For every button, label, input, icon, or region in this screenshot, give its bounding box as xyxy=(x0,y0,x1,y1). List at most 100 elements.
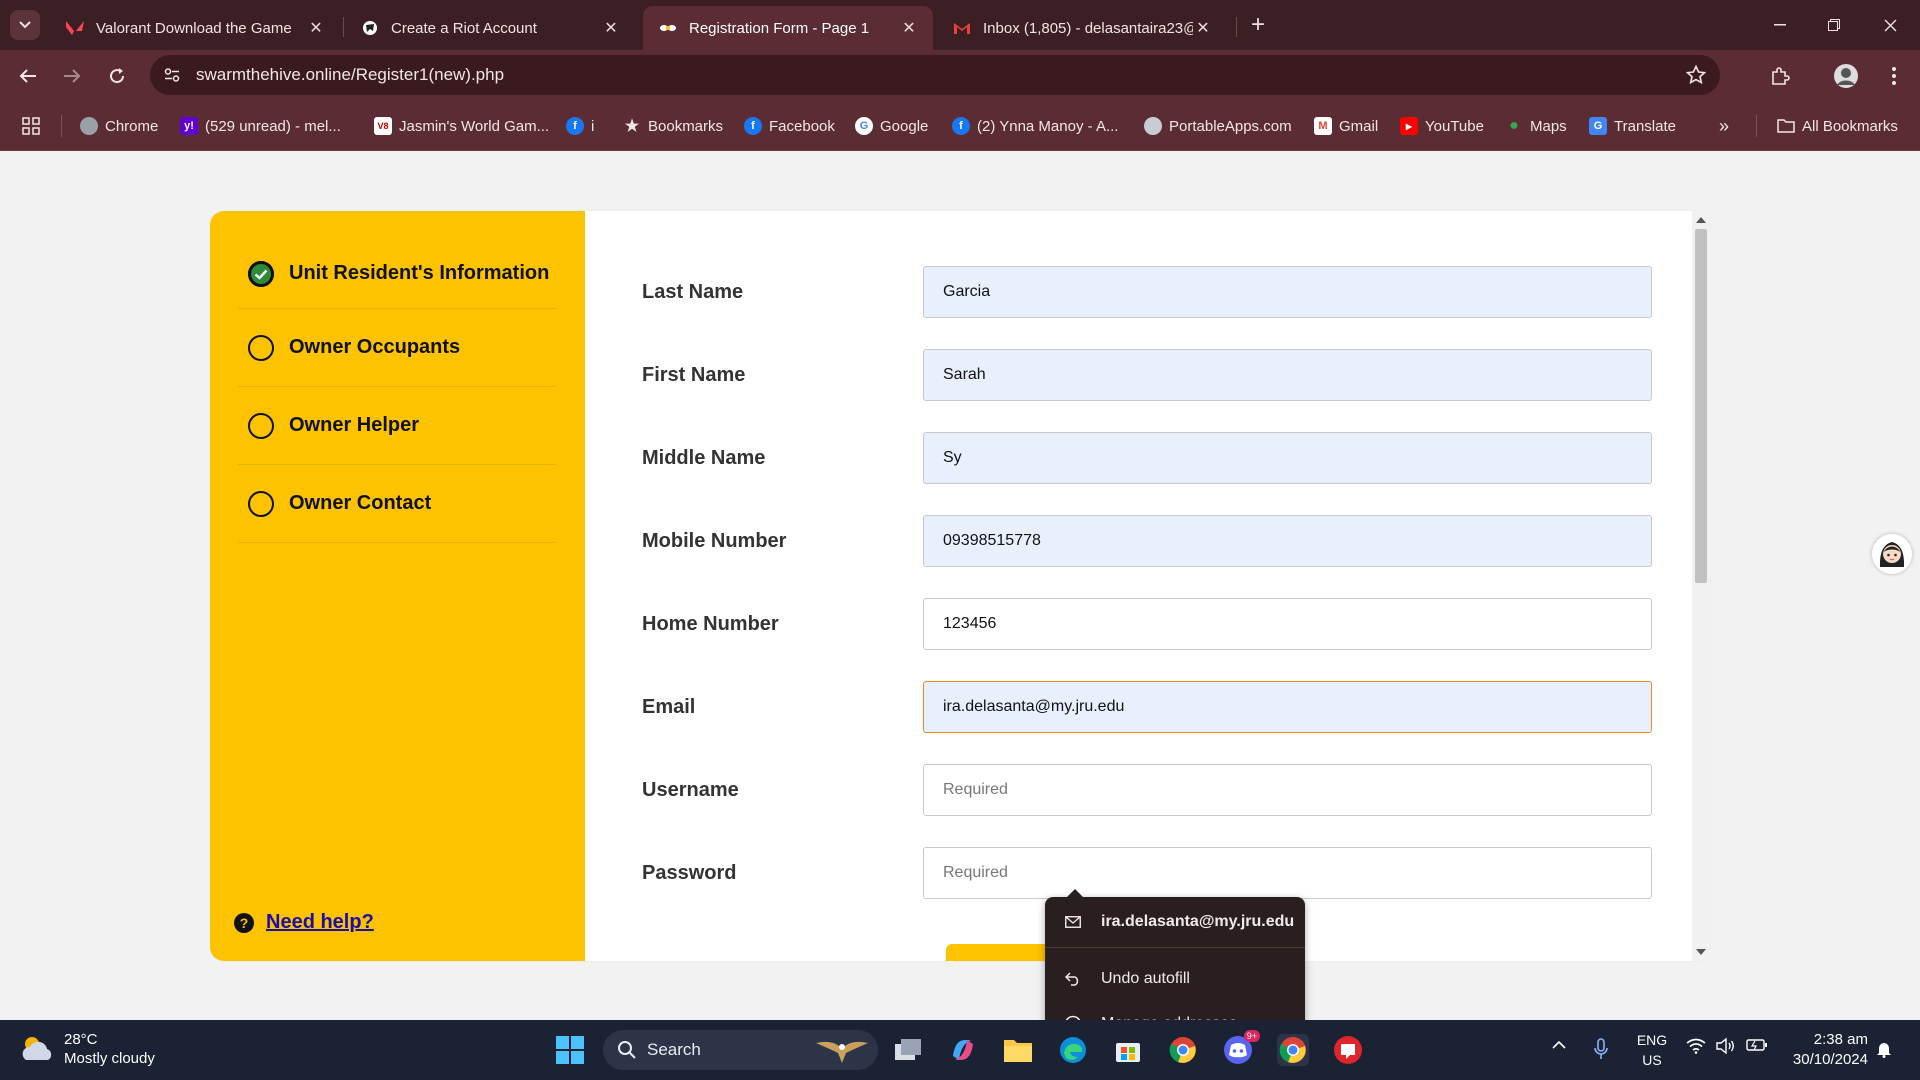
bookmark-facebook-i[interactable]: fi xyxy=(566,115,594,137)
back-button[interactable] xyxy=(14,62,42,90)
scroll-thumb[interactable] xyxy=(1695,229,1707,583)
form-scrollbar[interactable] xyxy=(1692,211,1710,961)
extensions-button[interactable] xyxy=(1766,62,1794,90)
chrome-taskbar-button[interactable] xyxy=(1167,1034,1199,1066)
folder-icon xyxy=(1777,117,1795,135)
language-indicator[interactable]: ENG US xyxy=(1636,1030,1668,1070)
windows-taskbar: 28°C Mostly cloudy Search 9+ ENG US 2:38… xyxy=(0,1020,1920,1080)
weather-condition: Mostly cloudy xyxy=(64,1050,155,1067)
close-icon[interactable]: ✕ xyxy=(899,18,919,38)
tab-gmail[interactable]: Inbox (1,805) - delasantaira23@ ✕ xyxy=(937,6,1227,50)
address-bar[interactable]: swarmthehive.online/Register1(new).php xyxy=(150,55,1720,95)
step-unit-resident-info[interactable]: Unit Resident's Information xyxy=(238,239,556,309)
step-owner-helper[interactable]: Owner Helper xyxy=(238,387,556,465)
bookmark-facebook[interactable]: f Facebook xyxy=(744,115,835,137)
restore-button[interactable] xyxy=(1806,0,1862,50)
copilot-icon xyxy=(953,1040,973,1060)
edge-button[interactable] xyxy=(1057,1034,1089,1066)
bookmark-translate[interactable]: G Translate xyxy=(1589,115,1676,137)
bookmark-ynna-manoy[interactable]: f (2) Ynna Manoy - A... xyxy=(952,115,1118,137)
need-help-link[interactable]: Need help? xyxy=(266,911,374,934)
step-owner-contact[interactable]: Owner Contact xyxy=(238,465,556,543)
bookmark-maps[interactable]: ● Maps xyxy=(1505,115,1567,137)
bookmark-folder-bookmarks[interactable]: ★ Bookmarks xyxy=(623,115,723,137)
all-bookmarks-button[interactable]: All Bookmarks xyxy=(1777,115,1898,137)
microphone-button[interactable] xyxy=(1594,1038,1608,1060)
scroll-down-icon[interactable] xyxy=(1696,949,1706,955)
copilot-button[interactable] xyxy=(947,1034,979,1066)
close-icon[interactable]: ✕ xyxy=(306,18,326,38)
bookmark-youtube[interactable]: ▶ YouTube xyxy=(1400,115,1484,137)
tab-strip: Valorant Download the Game ✕ Create a Ri… xyxy=(0,0,1920,50)
notification-badge: 9+ xyxy=(1243,1030,1260,1042)
autofill-suggestion[interactable]: ira.delasanta@my.jru.edu xyxy=(1063,912,1294,932)
bookmark-chrome[interactable]: Chrome xyxy=(80,115,158,137)
apps-button[interactable] xyxy=(22,115,40,137)
close-window-button[interactable] xyxy=(1862,0,1918,50)
task-view-icon xyxy=(895,1039,921,1060)
form-row-username: Username xyxy=(585,764,1685,818)
weather-widget[interactable]: 28°C Mostly cloudy xyxy=(20,1030,155,1068)
profile-avatar[interactable] xyxy=(1832,62,1860,90)
floating-assistant-avatar[interactable] xyxy=(1872,534,1912,574)
wifi-button[interactable] xyxy=(1686,1038,1706,1054)
minimize-button[interactable] xyxy=(1752,0,1808,50)
bookmark-jasmins-world[interactable]: V8 Jasmin's World Gam... xyxy=(374,115,549,137)
undo-autofill-item[interactable]: Undo autofill xyxy=(1063,969,1190,989)
notifications-button[interactable] xyxy=(1876,1040,1892,1058)
reload-button[interactable] xyxy=(103,62,131,90)
mobile-number-input[interactable] xyxy=(923,515,1652,567)
tab-search-button[interactable] xyxy=(10,10,40,40)
middle-name-input[interactable] xyxy=(923,432,1652,484)
home-number-input[interactable] xyxy=(923,598,1652,650)
bookmark-gmail[interactable]: M Gmail xyxy=(1314,115,1378,137)
bookmark-yahoo[interactable]: y! (529 unread) - mel... xyxy=(180,115,341,137)
tab-riot[interactable]: Create a Riot Account ✕ xyxy=(345,6,635,50)
close-icon[interactable]: ✕ xyxy=(601,18,621,38)
more-bookmarks-button[interactable]: » xyxy=(1719,115,1729,137)
system-clock[interactable]: 2:38 am 30/10/2024 xyxy=(1788,1030,1868,1070)
bookmark-google[interactable]: G Google xyxy=(855,115,928,137)
search-icon xyxy=(618,1041,636,1059)
microsoft-store-button[interactable] xyxy=(1112,1034,1144,1066)
tab-registration-form[interactable]: Registration Form - Page 1 ✕ xyxy=(643,6,933,50)
password-input[interactable] xyxy=(923,847,1652,899)
new-tab-button[interactable]: + xyxy=(1244,11,1272,39)
menu-button[interactable] xyxy=(1880,62,1908,90)
valorant-icon xyxy=(66,19,84,37)
microphone-icon xyxy=(1594,1038,1608,1059)
form-row-mobile-number: Mobile Number xyxy=(585,515,1685,569)
field-label: Home Number xyxy=(642,613,779,635)
battery-button[interactable] xyxy=(1746,1038,1768,1052)
last-name-input[interactable] xyxy=(923,266,1652,318)
close-icon[interactable]: ✕ xyxy=(1193,18,1213,38)
tab-divider xyxy=(343,17,344,37)
discord-button[interactable]: 9+ xyxy=(1222,1030,1260,1066)
puzzle-icon xyxy=(1772,67,1790,85)
first-name-input[interactable] xyxy=(923,349,1652,401)
show-hidden-icons-button[interactable] xyxy=(1552,1040,1566,1050)
username-input[interactable] xyxy=(923,764,1652,816)
app-red-taskbar-button[interactable] xyxy=(1332,1034,1364,1066)
tab-title: Valorant Download the Game xyxy=(96,19,292,37)
email-input[interactable] xyxy=(923,681,1652,733)
forward-button[interactable] xyxy=(58,62,86,90)
facebook-icon: f xyxy=(744,117,762,135)
chrome-profile-taskbar-button[interactable] xyxy=(1277,1034,1309,1066)
tab-valorant[interactable]: Valorant Download the Game ✕ xyxy=(50,6,340,50)
taskbar-search[interactable]: Search xyxy=(603,1030,878,1070)
task-view-button[interactable] xyxy=(892,1034,924,1066)
start-button[interactable] xyxy=(554,1034,586,1066)
bookmark-star-icon[interactable] xyxy=(1684,63,1708,87)
volume-button[interactable] xyxy=(1716,1038,1736,1054)
site-settings-icon[interactable] xyxy=(160,63,184,87)
battery-icon xyxy=(1746,1039,1767,1051)
bookmark-portableapps[interactable]: PortableApps.com xyxy=(1144,115,1292,137)
url-text[interactable]: swarmthehive.online/Register1(new).php xyxy=(196,65,504,85)
file-explorer-button[interactable] xyxy=(1002,1034,1034,1066)
suggestion-text: ira.delasanta@my.jru.edu xyxy=(1101,913,1295,930)
wifi-icon xyxy=(1686,1038,1706,1054)
scroll-up-icon[interactable] xyxy=(1696,217,1706,223)
step-owner-occupants[interactable]: Owner Occupants xyxy=(238,309,556,387)
google-icon: G xyxy=(855,117,873,135)
